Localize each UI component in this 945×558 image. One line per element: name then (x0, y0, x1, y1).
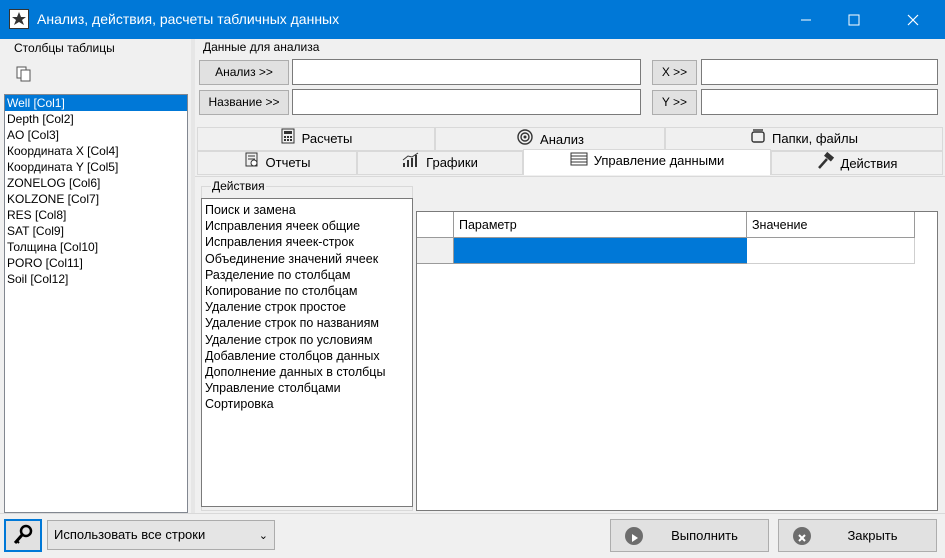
row-header[interactable] (417, 238, 454, 264)
key-button[interactable] (4, 519, 42, 552)
tab-reports[interactable]: Отчеты (197, 151, 357, 175)
tab-label: Папки, файлы (772, 131, 858, 146)
tab-label: Расчеты (301, 131, 353, 146)
columns-panel: Столбцы таблицы Well [Col1] Depth [Col2]… (0, 39, 191, 513)
row-header-corner (417, 212, 454, 238)
parameter-grid[interactable]: Параметр Значение (416, 211, 938, 511)
action-item[interactable]: Удаление строк по названиям (205, 315, 412, 331)
bar-chart-icon (402, 152, 420, 175)
column-item[interactable]: ZONELOG [Col6] (5, 175, 187, 191)
analysis-panel: Данные для анализа Анализ >> X >> Назван… (195, 39, 945, 513)
y-select-button[interactable]: Y >> (652, 90, 697, 115)
rows-mode-dropdown[interactable]: Использовать все строки ⌄ (47, 520, 275, 550)
analysis-field[interactable] (292, 59, 641, 85)
copy-icon[interactable] (15, 65, 33, 83)
close-window-button[interactable] (890, 0, 936, 39)
grid-cell-parameter[interactable] (454, 238, 747, 264)
chevron-down-icon: ⌄ (258, 530, 268, 542)
action-item[interactable]: Разделение по столбцам (205, 267, 412, 283)
name-field[interactable] (292, 89, 641, 115)
action-item[interactable]: Исправления ячеек-строк (205, 234, 412, 250)
window-title: Анализ, действия, расчеты табличных данн… (37, 11, 340, 27)
column-item[interactable]: RES [Col8] (5, 207, 187, 223)
column-item[interactable]: KOLZONE [Col7] (5, 191, 187, 207)
tab-label: Управление данными (593, 153, 725, 168)
column-item[interactable]: Толщина [Col10] (5, 239, 187, 255)
y-field[interactable] (701, 89, 938, 115)
maximize-button[interactable] (831, 0, 877, 39)
grid-header-parameter[interactable]: Параметр (454, 212, 747, 238)
columns-panel-title: Столбцы таблицы (14, 41, 115, 55)
actions-group-title: Действия (211, 179, 266, 193)
column-item[interactable]: AO [Col3] (5, 127, 187, 143)
action-item[interactable]: Объединение значений ячеек (205, 251, 412, 267)
calculator-icon (280, 128, 296, 151)
tab-calculations[interactable]: Расчеты (197, 127, 435, 151)
title-bar: Анализ, действия, расчеты табличных данн… (0, 0, 945, 39)
run-button[interactable]: Выполнить (610, 519, 769, 552)
column-item[interactable]: Координата X [Col4] (5, 143, 187, 159)
tab-data-management[interactable]: Управление данными (523, 149, 771, 175)
column-item[interactable]: Soil [Col12] (5, 271, 187, 287)
action-item[interactable]: Удаление строк по условиям (205, 332, 412, 348)
action-item[interactable]: Удаление строк простое (205, 299, 412, 315)
tab-label: Отчеты (265, 155, 311, 170)
hammer-icon (817, 151, 835, 177)
close-button-label: Закрыть (847, 528, 898, 543)
main-window: Анализ, действия, расчеты табличных данн… (0, 0, 945, 554)
analysis-select-button[interactable]: Анализ >> (199, 60, 289, 85)
action-item[interactable]: Исправления ячеек общие (205, 218, 412, 234)
action-item[interactable]: Добавление столбцов данных (205, 348, 412, 364)
tab-label: Действия (840, 155, 898, 171)
folder-icon (750, 128, 766, 151)
action-item[interactable]: Копирование по столбцам (205, 283, 412, 299)
minimize-button[interactable] (783, 0, 829, 39)
tab-actions[interactable]: Действия (771, 151, 943, 175)
table-icon (570, 151, 588, 173)
grid-cell-value[interactable] (747, 238, 915, 264)
grid-header-value[interactable]: Значение (747, 212, 915, 238)
rows-mode-value: Использовать все строки (54, 527, 206, 542)
column-item[interactable]: Координата Y [Col5] (5, 159, 187, 175)
app-icon (9, 9, 29, 29)
tab-label: Анализ (540, 131, 584, 147)
columns-list[interactable]: Well [Col1] Depth [Col2] AO [Col3] Коорд… (4, 94, 188, 513)
tab-label: Графики (426, 155, 478, 170)
close-button[interactable]: Закрыть (778, 519, 937, 552)
column-item[interactable]: Well [Col1] (5, 95, 187, 111)
action-item[interactable]: Поиск и замена (205, 202, 412, 218)
column-item[interactable]: SAT [Col9] (5, 223, 187, 239)
report-icon (244, 152, 260, 175)
action-item[interactable]: Управление столбцами (205, 380, 412, 396)
tab-analysis[interactable]: Анализ (435, 127, 665, 151)
x-select-button[interactable]: X >> (652, 60, 697, 85)
x-field[interactable] (701, 59, 938, 85)
action-item[interactable]: Сортировка (205, 396, 412, 412)
action-item[interactable]: Дополнение данных в столбцы (205, 364, 412, 380)
tab-folders-files[interactable]: Папки, файлы (665, 127, 943, 151)
actions-list[interactable]: Поиск и замена Исправления ячеек общие И… (201, 198, 413, 507)
column-item[interactable]: PORO [Col11] (5, 255, 187, 271)
run-button-label: Выполнить (671, 528, 738, 543)
analysis-data-title: Данные для анализа (203, 40, 320, 54)
bottom-bar: Использовать все строки ⌄ Выполнить Закр… (0, 513, 945, 554)
column-item[interactable]: Depth [Col2] (5, 111, 187, 127)
tab-charts[interactable]: Графики (357, 151, 523, 175)
name-select-button[interactable]: Название >> (199, 90, 289, 115)
